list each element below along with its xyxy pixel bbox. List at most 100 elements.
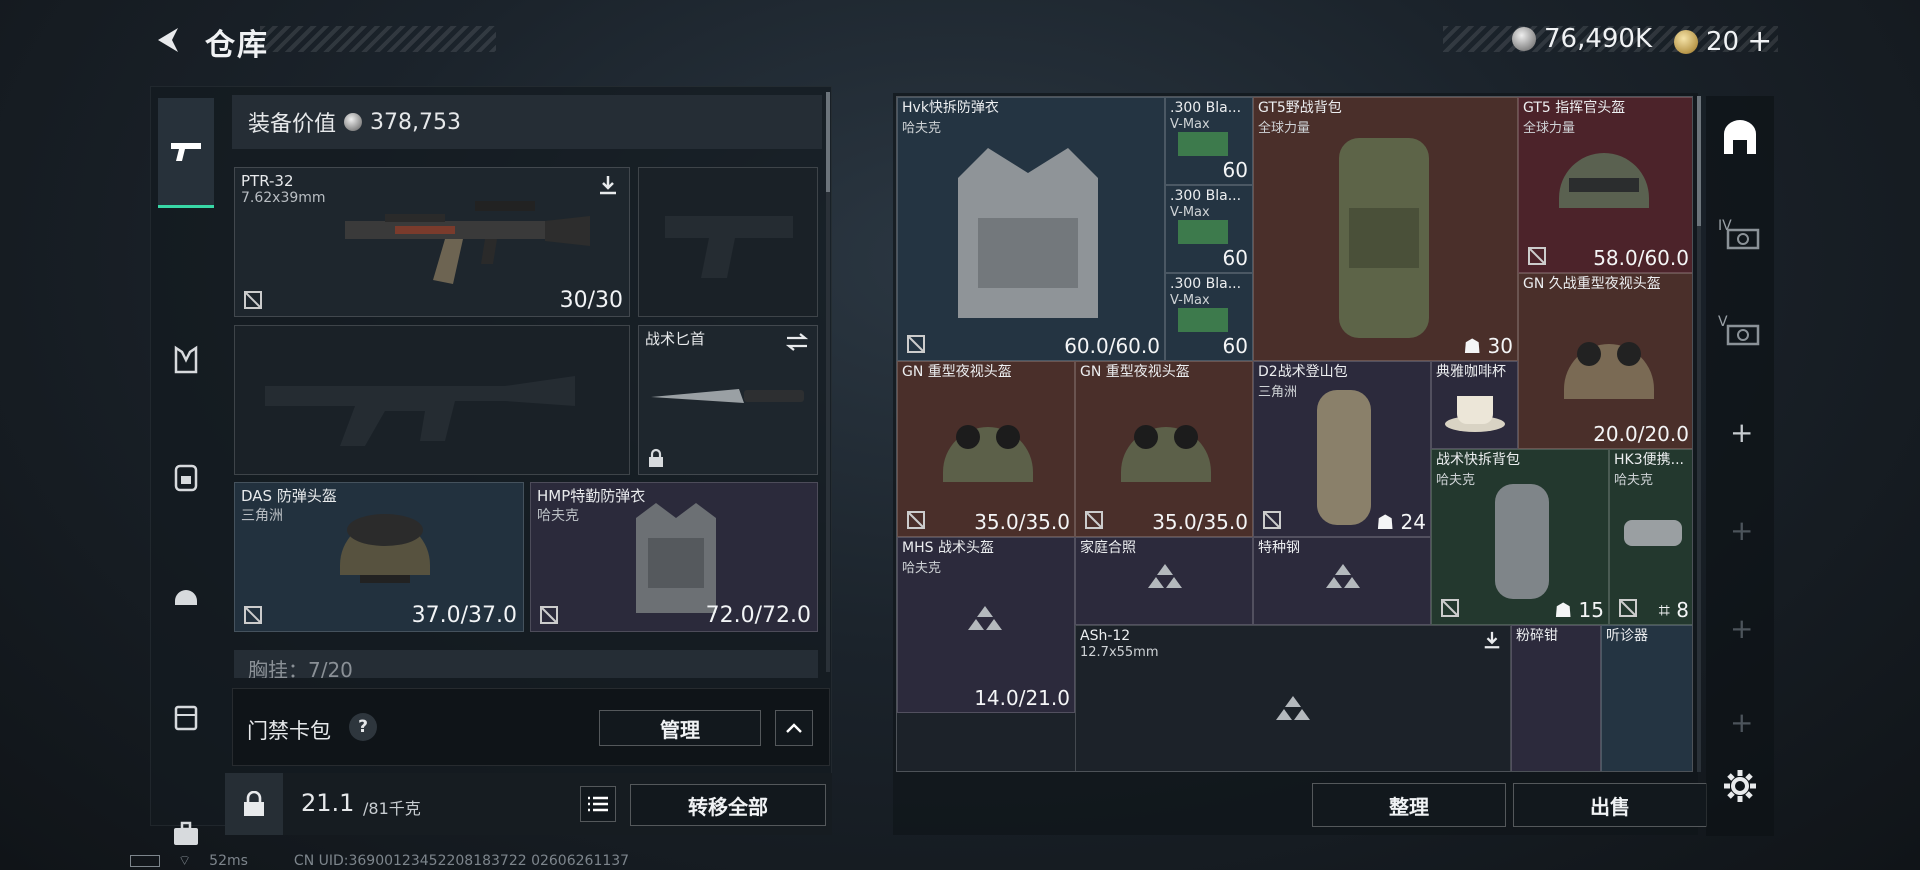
stash-scrollbar[interactable] (1697, 96, 1701, 772)
stash-item[interactable]: .300 Bla... V-Max 60 (1165, 97, 1253, 185)
item-count: 60 (1222, 334, 1248, 358)
list-button[interactable] (580, 786, 616, 822)
stash-item[interactable]: 听诊器 (1601, 625, 1692, 771)
help-icon[interactable]: ? (349, 713, 377, 741)
stash-item[interactable]: 战术快拆背包 哈夫克 ☗ 15 (1431, 449, 1609, 625)
armor-image (636, 503, 716, 613)
vest-image (958, 148, 1098, 318)
stash-item[interactable]: GN 重型夜视头盔 35.0/35.0 (1075, 361, 1253, 537)
broken-icon (244, 606, 262, 624)
stash-tab-5[interactable]: V (1718, 314, 1764, 354)
stash-item[interactable]: .300 Bla... V-Max 60 (1165, 273, 1253, 361)
stash-item[interactable]: GT5野战背包 全球力量 ☗ 30 (1253, 97, 1518, 361)
unrevealed-icon (968, 606, 1002, 630)
item-name: 家庭合照 (1080, 540, 1136, 556)
download-icon[interactable] (1482, 630, 1502, 650)
silver-currency: 76,490K (1512, 24, 1652, 54)
tab-case[interactable] (158, 688, 214, 744)
chevron-up-icon (786, 723, 802, 733)
stash-grid: Hvk快拆防弹衣 哈夫克 60.0/60.0 .300 Bla... V-Max… (896, 96, 1693, 772)
backpack-icon (174, 464, 198, 492)
item-name: 战术快拆背包 (1436, 452, 1520, 468)
capacity-lock[interactable] (225, 773, 283, 835)
item-durability: 58.0/60.0 (1593, 246, 1689, 270)
tab-backpack[interactable] (158, 448, 214, 504)
item-name: ASh-12 (1080, 628, 1131, 644)
capacity-icon: ☗ (1554, 598, 1579, 622)
lock-icon (649, 448, 663, 467)
melee-slot[interactable]: 战术匕首 (638, 325, 818, 475)
sell-button[interactable]: 出售 (1513, 783, 1707, 827)
pistol-slot[interactable] (638, 167, 818, 317)
stash-item[interactable]: 特种钢 (1253, 537, 1431, 625)
secondary-weapon-slot[interactable] (234, 325, 630, 475)
left-scrollbar[interactable] (826, 92, 830, 672)
night-vision-helmet-image (1564, 342, 1654, 399)
weapon-caliber: 7.62x39mm (241, 190, 326, 206)
tab-helmet[interactable] (158, 568, 214, 624)
gold-currency[interactable]: 20 + (1674, 24, 1772, 59)
silver-coin-icon (344, 113, 363, 131)
helmet-durability: 37.0/37.0 (411, 603, 517, 628)
tab-vest[interactable] (158, 332, 214, 388)
stash-item[interactable]: 粉碎钳 (1511, 625, 1601, 771)
status-footer: ⌔ 52ms CN UID:36900123452208183722 02606… (130, 852, 629, 870)
gear-icon[interactable] (1722, 768, 1758, 804)
tab-weapons[interactable] (158, 98, 214, 208)
item-name: D2战术登山包 (1258, 364, 1348, 380)
silver-amount: 76,490K (1544, 24, 1653, 54)
weapon-ammo: 30/30 (559, 288, 623, 313)
stash-item[interactable]: D2战术登山包 三角洲 ☗ 24 (1253, 361, 1431, 537)
capacity-current: 21.1 (301, 789, 355, 817)
stash-item[interactable]: ASh-12 12.7x55mm (1075, 625, 1511, 771)
gold-coin-icon (1674, 29, 1698, 54)
tactical-backpack-image (1495, 484, 1549, 599)
add-tab-icon: + (1730, 612, 1754, 645)
primary-weapon-slot[interactable]: PTR-32 7.62x39mm 30/30 (234, 167, 630, 317)
item-name: GN 重型夜视头盔 (1080, 364, 1190, 380)
helmet-image (340, 514, 430, 583)
add-tab-icon[interactable]: + (1730, 416, 1753, 449)
stash-item[interactable]: .300 Bla... V-Max 60 (1165, 185, 1253, 273)
stash-item[interactable]: GN 久战重型夜视头盔 20.0/20.0 (1518, 273, 1692, 449)
stash-item[interactable]: HK3便携... 哈夫克 ⌗ 8 (1609, 449, 1692, 625)
helmet-slot[interactable]: DAS 防弹头盔 三角洲 37.0/37.0 (234, 482, 524, 632)
stash-item[interactable]: GN 重型夜视头盔 35.0/35.0 (897, 361, 1075, 537)
manage-button[interactable]: 管理 (599, 710, 761, 746)
item-capacity-value: 15 (1578, 598, 1604, 622)
item-name: 典雅咖啡杯 (1436, 364, 1506, 380)
helmet-name: DAS 防弹头盔 (241, 487, 337, 505)
capacity-icon: ☗ (1463, 334, 1488, 358)
item-durability: 60.0/60.0 (1064, 334, 1160, 358)
server-icon (1726, 324, 1760, 346)
collapse-button[interactable] (775, 710, 813, 746)
ammo-box-image (1178, 132, 1228, 156)
item-caliber: 12.7x55mm (1080, 645, 1159, 660)
armor-slot[interactable]: HMP特勤防弹衣 哈夫克 72.0/72.0 (530, 482, 818, 632)
transfer-all-button[interactable]: 转移全部 (630, 784, 826, 826)
stash-item[interactable]: 家庭合照 (1075, 537, 1253, 625)
gold-amount: 20 (1706, 26, 1740, 57)
uid-text: CN UID:36900123452208183722 02606261137 (293, 853, 630, 869)
equipment-value: 装备价值 378,753 (232, 95, 822, 149)
sort-button[interactable]: 整理 (1312, 783, 1506, 827)
stash-item[interactable]: Hvk快拆防弹衣 哈夫克 60.0/60.0 (897, 97, 1165, 361)
wifi-icon: ⌔ (178, 853, 192, 869)
add-tab-icon: + (1730, 706, 1754, 739)
download-icon[interactable] (597, 174, 619, 196)
stash-tab-4[interactable]: IV (1718, 218, 1764, 258)
broken-icon (907, 335, 925, 353)
item-durability: 35.0/35.0 (1152, 510, 1248, 534)
ammo-box-image (1178, 308, 1228, 332)
back-icon[interactable] (150, 22, 186, 58)
stash-tab-main[interactable] (1716, 114, 1764, 162)
stash-item[interactable]: 典雅咖啡杯 (1431, 361, 1518, 449)
stash-item[interactable]: GT5 指挥官头盔 全球力量 58.0/60.0 (1518, 97, 1692, 273)
broken-icon (1528, 247, 1546, 265)
add-gold-button[interactable]: + (1747, 24, 1772, 59)
item-durability: 20.0/20.0 (1593, 422, 1689, 446)
weight-lock-icon (244, 791, 264, 816)
swap-icon[interactable] (785, 332, 809, 352)
stash-item[interactable]: MHS 战术头盔 哈夫克 14.0/21.0 (897, 537, 1075, 713)
capacity-bar: 21.1 /81千克 转移全部 (225, 773, 832, 835)
